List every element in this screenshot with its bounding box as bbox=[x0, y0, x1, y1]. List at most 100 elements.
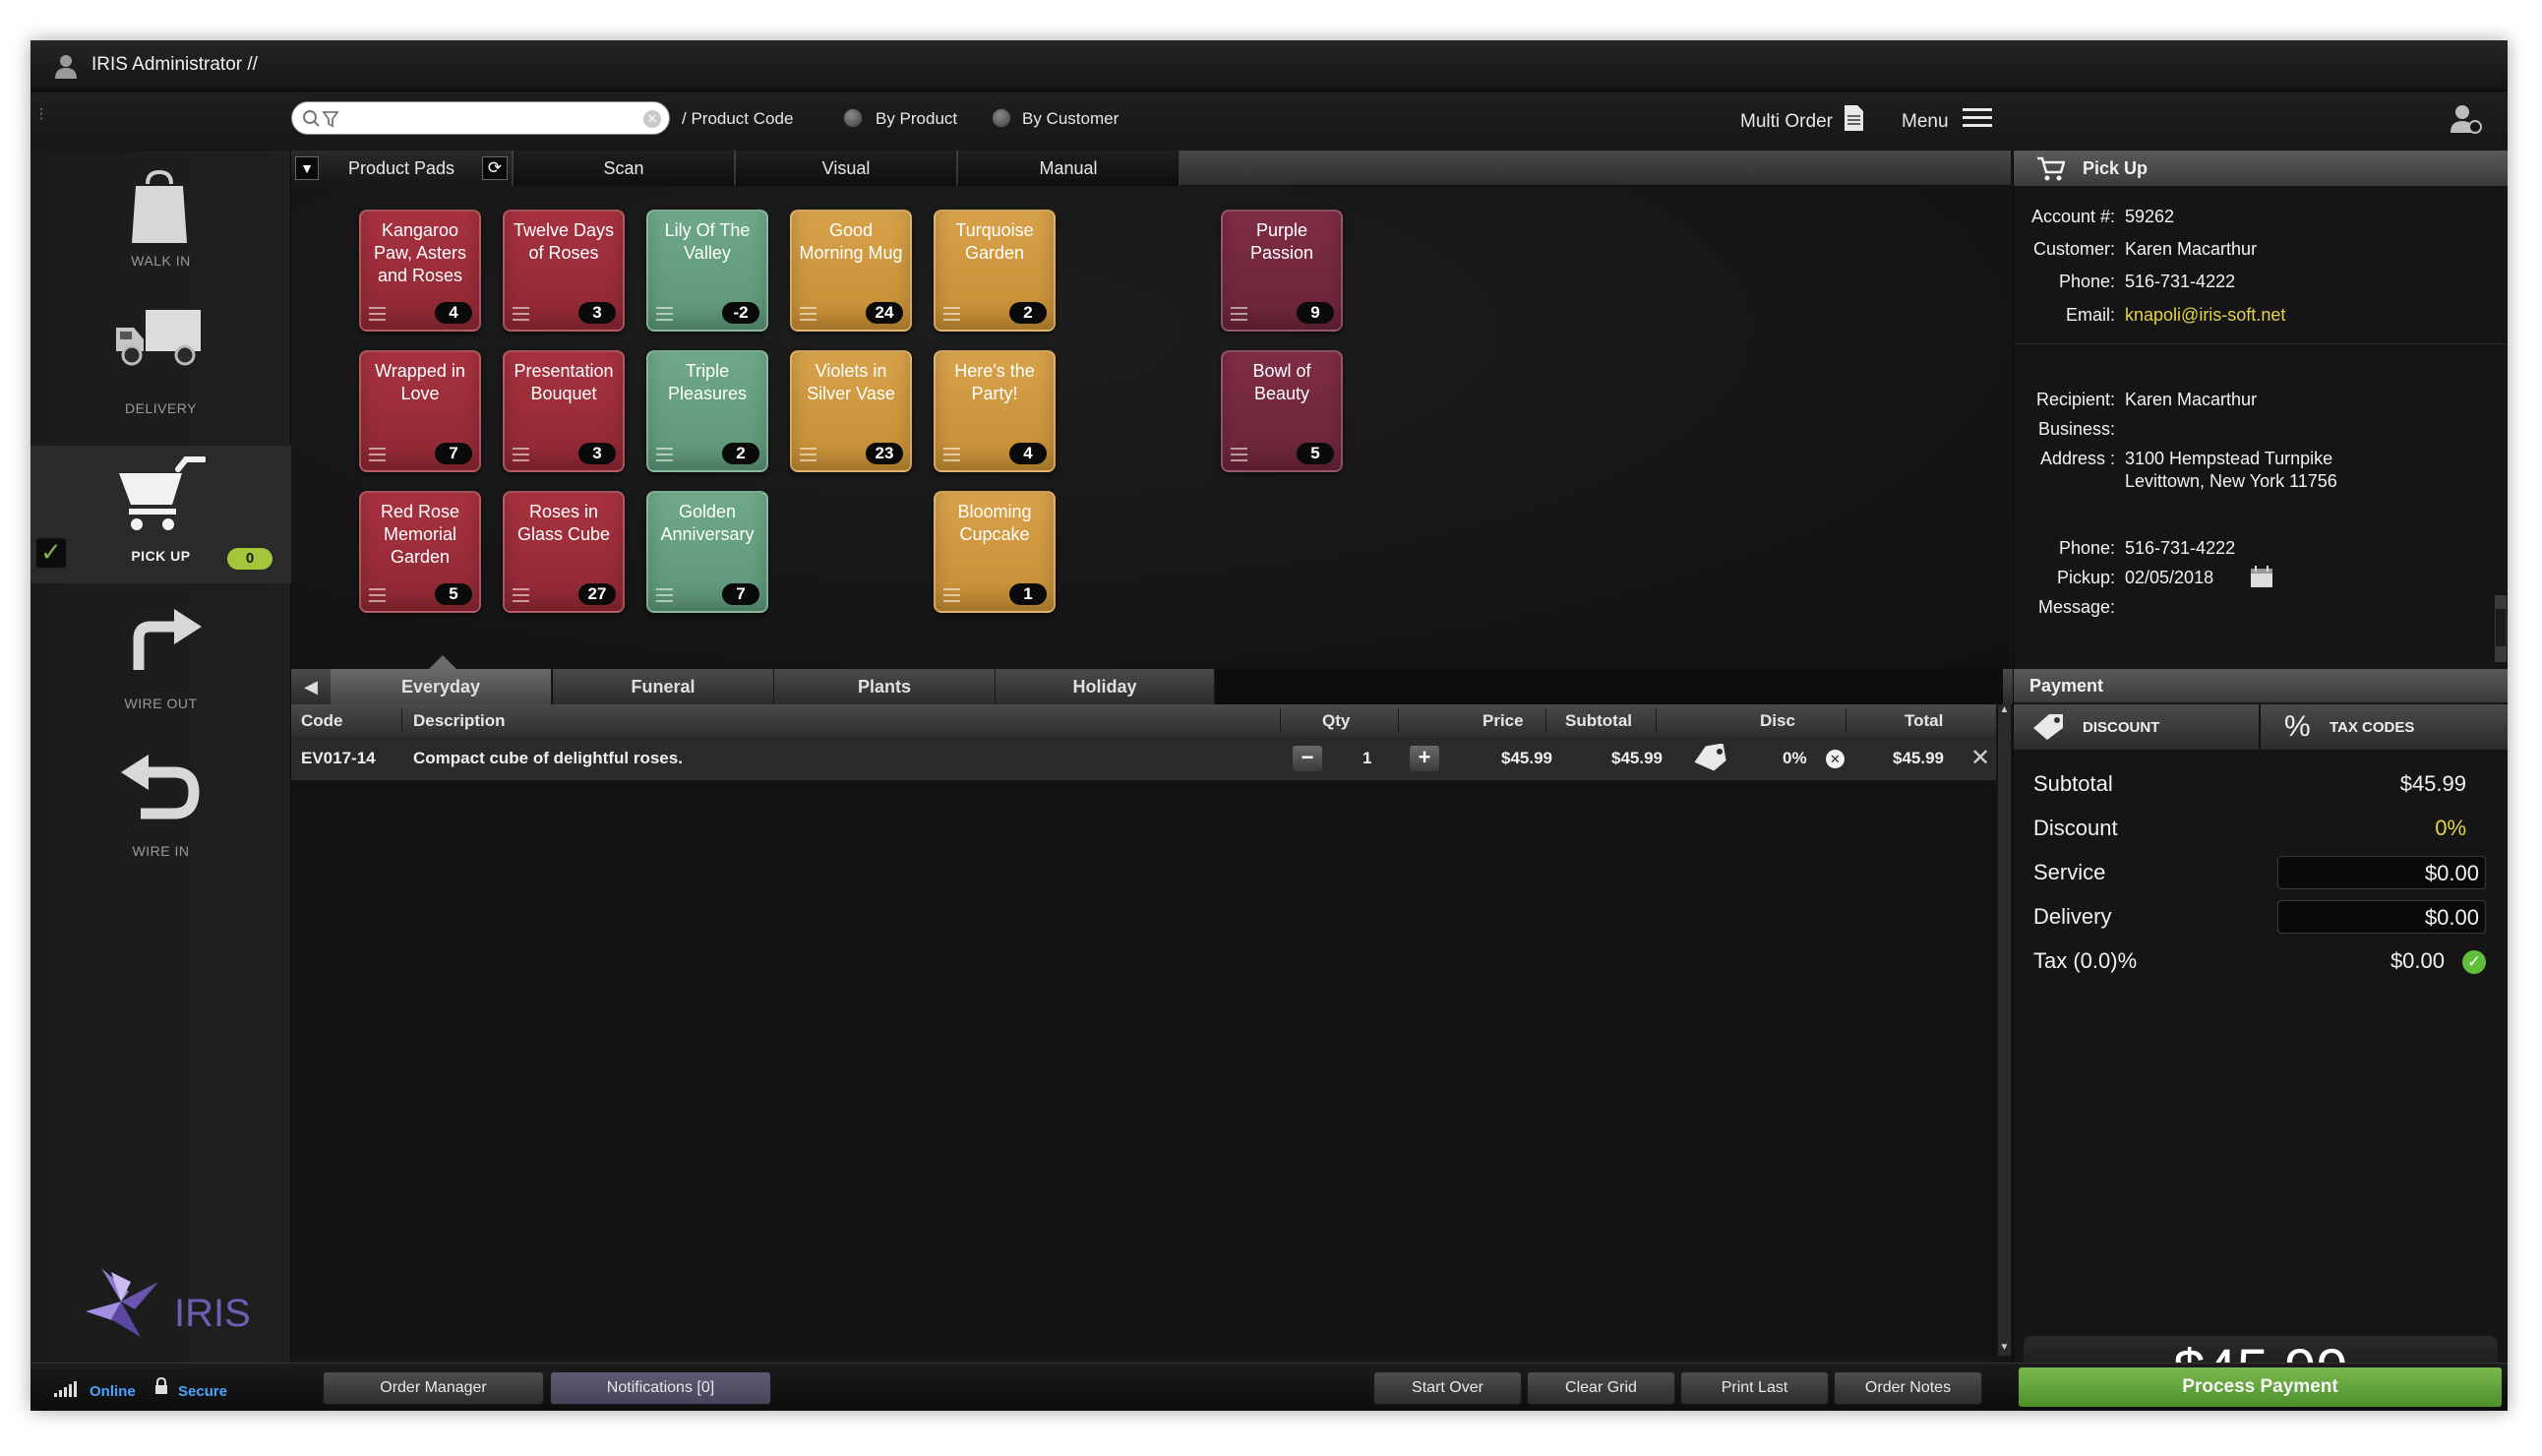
pad-menu-icon[interactable] bbox=[1231, 307, 1247, 321]
pad-count-badge: 23 bbox=[866, 443, 903, 464]
pad-menu-icon[interactable] bbox=[943, 448, 960, 461]
nav-walk-in[interactable]: WALK IN bbox=[30, 151, 291, 288]
product-pad[interactable]: Golden Anniversary 7 bbox=[646, 491, 768, 613]
calendar-icon[interactable] bbox=[2250, 565, 2273, 588]
refresh-icon[interactable]: ⟳ bbox=[482, 156, 508, 180]
iris-logo-text: IRIS bbox=[174, 1292, 251, 1335]
pad-count-badge: 27 bbox=[578, 583, 616, 605]
pad-menu-icon[interactable] bbox=[369, 588, 386, 602]
row-qty[interactable]: 1 bbox=[1362, 749, 1371, 768]
nav-delivery[interactable]: DELIVERY bbox=[30, 298, 291, 436]
online-status: Online bbox=[90, 1383, 136, 1400]
pad-menu-icon[interactable] bbox=[943, 588, 960, 602]
pad-menu-icon[interactable] bbox=[369, 448, 386, 461]
tab-visual[interactable]: Visual bbox=[736, 151, 957, 186]
start-over-button[interactable]: Start Over bbox=[1373, 1371, 1522, 1405]
row-total: $45.99 bbox=[1893, 749, 1944, 767]
pad-count-badge: 2 bbox=[722, 443, 759, 464]
tab-product-pads[interactable]: ▼ Product Pads ⟳ bbox=[291, 151, 513, 186]
pad-menu-icon[interactable] bbox=[656, 588, 673, 602]
grid-scrollbar[interactable]: ▲ ▼ bbox=[1998, 704, 2011, 1356]
grid-header: Code Description Qty Price Subtotal Disc… bbox=[291, 704, 1996, 736]
info-scrollbar-track[interactable] bbox=[2495, 595, 2507, 662]
pad-menu-icon[interactable] bbox=[513, 588, 529, 602]
pad-menu-icon[interactable] bbox=[369, 307, 386, 321]
menu-button[interactable]: Menu bbox=[1902, 111, 1949, 133]
user-settings-icon[interactable] bbox=[2450, 103, 2483, 135]
product-pad[interactable]: Kangaroo Paw, Asters and Roses 4 bbox=[359, 210, 481, 332]
price-tag-icon[interactable] bbox=[1690, 744, 1729, 773]
product-pad[interactable]: Triple Pleasures 2 bbox=[646, 350, 768, 472]
tax-check-icon[interactable]: ✓ bbox=[2462, 950, 2486, 974]
col-description: Description bbox=[413, 711, 506, 730]
category-prev-icon[interactable]: ◀ bbox=[291, 669, 331, 704]
product-pad[interactable]: Blooming Cupcake 1 bbox=[934, 491, 1056, 613]
by-product-radio[interactable] bbox=[843, 108, 863, 128]
hamburger-menu-icon[interactable] bbox=[1963, 106, 1992, 130]
scroll-down-icon[interactable]: ▼ bbox=[1998, 1342, 2011, 1356]
tax-codes-button[interactable]: % TAX CODES bbox=[2261, 704, 2508, 750]
by-product-label[interactable]: By Product bbox=[876, 109, 957, 129]
tab-manual[interactable]: Manual bbox=[958, 151, 1180, 186]
pad-menu-icon[interactable] bbox=[656, 307, 673, 321]
pad-menu-icon[interactable] bbox=[1231, 448, 1247, 461]
nav-wire-out[interactable]: WIRE OUT bbox=[30, 593, 291, 731]
document-icon[interactable] bbox=[1843, 104, 1864, 132]
product-pad[interactable]: Roses in Glass Cube 27 bbox=[503, 491, 625, 613]
product-pad[interactable]: Presentation Bouquet 3 bbox=[503, 350, 625, 472]
discount-button[interactable]: DISCOUNT bbox=[2014, 704, 2260, 750]
product-pad[interactable]: Lily Of The Valley -2 bbox=[646, 210, 768, 332]
filter-icon[interactable]: ▼ bbox=[295, 156, 319, 180]
pad-menu-icon[interactable] bbox=[800, 448, 817, 461]
notifications-button[interactable]: Notifications [0] bbox=[550, 1371, 771, 1405]
by-customer-label[interactable]: By Customer bbox=[1022, 109, 1119, 129]
tax-codes-button-label: TAX CODES bbox=[2330, 719, 2415, 736]
product-pad[interactable]: Here's the Party! 4 bbox=[934, 350, 1056, 472]
product-pad[interactable]: Twelve Days of Roses 3 bbox=[503, 210, 625, 332]
product-pad[interactable]: Violets in Silver Vase 23 bbox=[790, 350, 912, 472]
product-pad[interactable]: Purple Passion 9 bbox=[1221, 210, 1343, 332]
pad-menu-icon[interactable] bbox=[943, 307, 960, 321]
search-box[interactable]: ✕ bbox=[291, 101, 670, 135]
order-manager-button[interactable]: Order Manager bbox=[323, 1371, 544, 1405]
pad-menu-icon[interactable] bbox=[656, 448, 673, 461]
product-pad[interactable]: Turquoise Garden 2 bbox=[934, 210, 1056, 332]
multi-order-button[interactable]: Multi Order bbox=[1740, 111, 1833, 133]
discount-tag-icon bbox=[2033, 714, 2063, 740]
clear-search-icon[interactable]: ✕ bbox=[643, 110, 661, 128]
qty-minus-button[interactable]: − bbox=[1293, 746, 1322, 771]
order-notes-button[interactable]: Order Notes bbox=[1834, 1371, 1982, 1405]
search-input[interactable] bbox=[339, 108, 625, 130]
table-row[interactable]: EV017-14 Compact cube of delightful rose… bbox=[291, 736, 1996, 781]
nav-wire-in[interactable]: WIRE IN bbox=[30, 741, 291, 879]
service-input[interactable]: $0.00 bbox=[2277, 856, 2486, 889]
category-everyday[interactable]: Everyday bbox=[331, 669, 552, 704]
product-pad[interactable]: Wrapped in Love 7 bbox=[359, 350, 481, 472]
qty-plus-button[interactable]: + bbox=[1410, 746, 1439, 771]
info-scroll-thumb[interactable] bbox=[2496, 609, 2506, 646]
clear-discount-icon[interactable]: ✕ bbox=[1826, 750, 1845, 768]
category-funeral[interactable]: Funeral bbox=[553, 669, 774, 704]
product-pad[interactable]: Red Rose Memorial Garden 5 bbox=[359, 491, 481, 613]
nav-pick-up[interactable]: PICK UP ✓ 0 bbox=[30, 446, 291, 583]
scroll-up-icon[interactable]: ▲ bbox=[1998, 704, 2011, 718]
product-pad-name: Golden Anniversary bbox=[660, 502, 755, 544]
print-last-button[interactable]: Print Last bbox=[1680, 1371, 1829, 1405]
pad-menu-icon[interactable] bbox=[513, 307, 529, 321]
product-pad[interactable]: Good Morning Mug 24 bbox=[790, 210, 912, 332]
iris-logo-icon bbox=[86, 1268, 158, 1337]
delivery-input[interactable]: $0.00 bbox=[2277, 900, 2486, 934]
pad-menu-icon[interactable] bbox=[800, 307, 817, 321]
service-line: Service $0.00 bbox=[2033, 856, 2486, 891]
product-pad[interactable]: Bowl of Beauty 5 bbox=[1221, 350, 1343, 472]
tab-scan[interactable]: Scan bbox=[514, 151, 735, 186]
by-customer-radio[interactable] bbox=[992, 108, 1011, 128]
category-holiday[interactable]: Holiday bbox=[996, 669, 1215, 704]
pad-menu-icon[interactable] bbox=[513, 448, 529, 461]
category-plants[interactable]: Plants bbox=[774, 669, 996, 704]
remove-row-icon[interactable]: ✕ bbox=[1970, 744, 1990, 772]
process-payment-button[interactable]: Process Payment bbox=[2019, 1367, 2502, 1407]
email-link[interactable]: knapoli@iris-soft.net bbox=[2125, 305, 2285, 325]
pad-count-badge: 2 bbox=[1009, 302, 1047, 324]
clear-grid-button[interactable]: Clear Grid bbox=[1527, 1371, 1675, 1405]
